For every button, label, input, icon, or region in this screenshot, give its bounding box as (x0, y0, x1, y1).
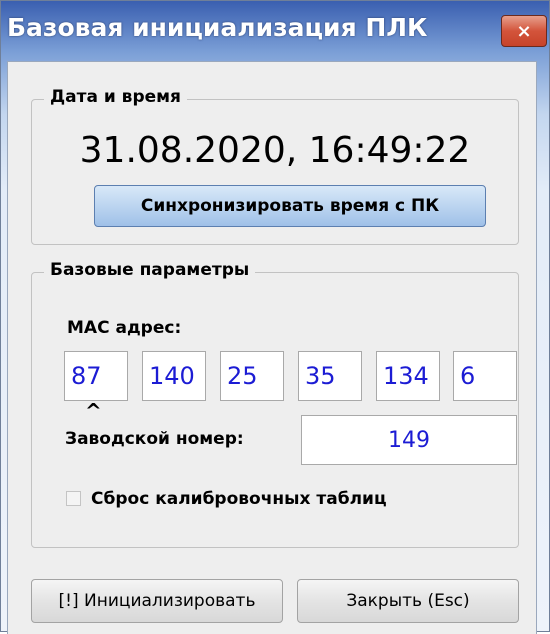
window-title: Базовая инициализация ПЛК (7, 13, 428, 42)
close-button[interactable]: Закрыть (Esc) (297, 579, 519, 623)
serial-number-label: Заводской номер: (65, 429, 244, 449)
reset-calibration-checkbox[interactable] (66, 491, 81, 506)
mac-octet-1-input[interactable]: 87 (64, 351, 128, 401)
mac-octet-4-input[interactable]: 35 (298, 351, 362, 401)
mac-octet-5-input[interactable]: 134 (376, 351, 440, 401)
close-icon: × (516, 20, 532, 42)
initialize-button[interactable]: [!] Инициализировать (31, 579, 283, 623)
mac-address-label: MAC адрес: (67, 318, 182, 338)
datetime-group-legend: Дата и время (44, 87, 187, 107)
current-datetime: 31.08.2020, 16:49:22 (79, 130, 471, 171)
params-group-legend: Базовые параметры (44, 260, 256, 280)
title-bar: Базовая инициализация ПЛК × (1, 1, 549, 61)
caret-marker: ^ (85, 399, 102, 423)
sync-time-button[interactable]: Синхронизировать время с ПК (94, 185, 486, 227)
mac-octet-6-input[interactable]: 6 (453, 351, 517, 401)
close-window-button[interactable]: × (501, 15, 547, 47)
plc-init-dialog: Базовая инициализация ПЛК × Дата и время… (0, 0, 550, 634)
datetime-group: Дата и время 31.08.2020, 16:49:22 Синхро… (31, 87, 519, 245)
reset-calibration-label[interactable]: Сброс калибровочных таблиц (91, 489, 387, 509)
mac-octet-2-input[interactable]: 140 (142, 351, 206, 401)
serial-number-input[interactable]: 149 (301, 415, 517, 465)
mac-octet-3-input[interactable]: 25 (220, 351, 284, 401)
